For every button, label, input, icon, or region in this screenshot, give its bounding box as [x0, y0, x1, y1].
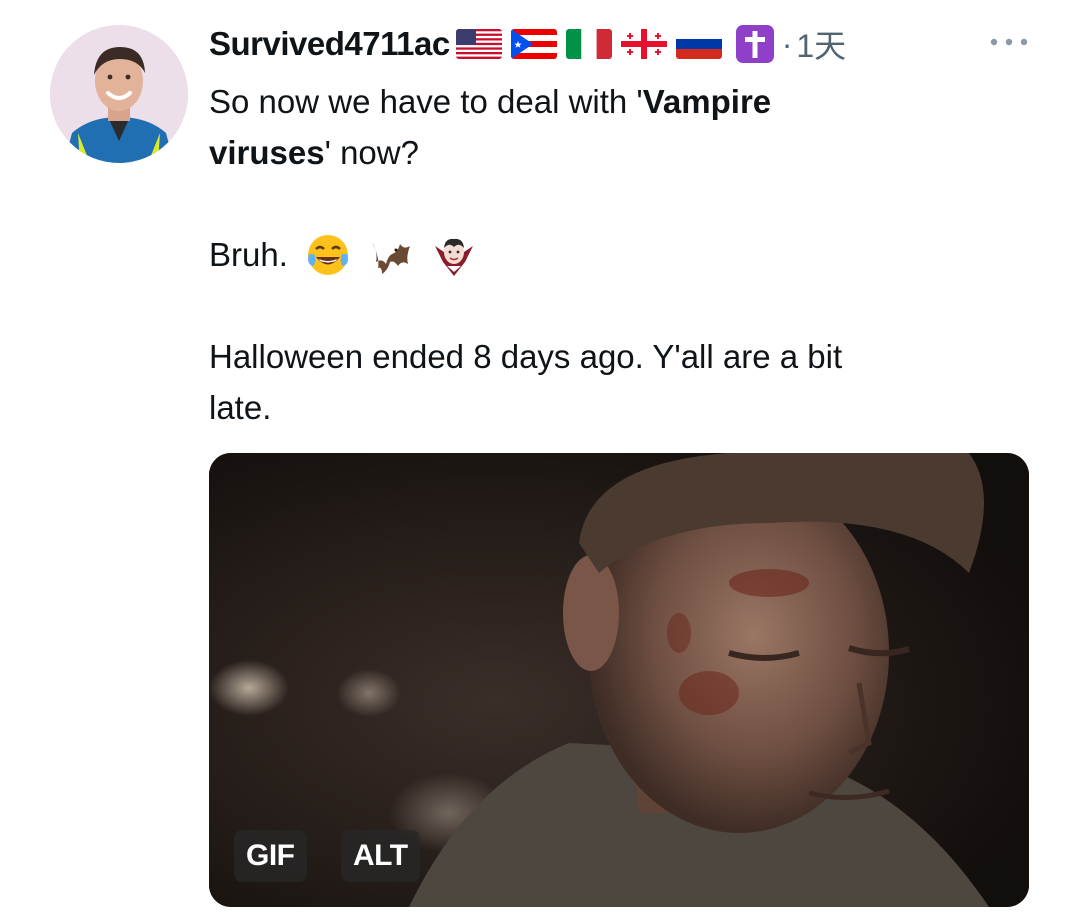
tweet-text-line: So now we have to deal with 'Vampire: [209, 76, 1029, 127]
more-options-button[interactable]: [984, 30, 1034, 54]
bold-text-segment: Vampire: [642, 83, 772, 120]
username[interactable]: Survived4711ac: [209, 25, 450, 63]
latin-cross-icon: [735, 25, 774, 63]
text-segment: Bruh.: [209, 236, 288, 273]
vampire-icon: [431, 232, 477, 278]
avatar-image: [50, 25, 188, 163]
tweet: Survived4711ac · 1天 So now we have to de…: [0, 0, 1080, 921]
tweet-text-line: Bruh.: [209, 229, 1029, 280]
tweet-text: So now we have to deal with 'Vampire vir…: [209, 76, 1029, 433]
italy-flag-icon: [565, 29, 612, 59]
georgia-flag-icon: [620, 29, 667, 59]
us-flag-icon: [455, 29, 502, 59]
timestamp[interactable]: 1天: [796, 21, 846, 67]
avatar[interactable]: [50, 25, 188, 163]
tweet-header: Survived4711ac · 1天: [209, 22, 846, 66]
gif-media[interactable]: [209, 453, 1029, 907]
text-segment: So now we have to deal with ': [209, 83, 643, 120]
bold-text-segment: viruses: [209, 134, 325, 171]
puerto-rico-flag-icon: [510, 29, 557, 59]
bat-icon: [368, 232, 414, 278]
more-icon: [990, 38, 1028, 46]
tweet-text-line: late.: [209, 389, 272, 426]
flag-emojis: [455, 29, 722, 59]
gif-frame-image: [209, 453, 1029, 907]
timestamp-separator: ·: [781, 25, 793, 62]
tweet-text-line: viruses' now?: [209, 127, 1029, 178]
tweet-text-line: Halloween ended 8 days ago. Y'all are a …: [209, 338, 843, 375]
tears-of-joy-icon: [305, 232, 351, 278]
russia-flag-icon: [675, 29, 722, 59]
gif-badge: GIF: [234, 830, 307, 882]
text-segment: ' now?: [324, 134, 419, 171]
alt-text-button[interactable]: ALT: [341, 830, 420, 882]
